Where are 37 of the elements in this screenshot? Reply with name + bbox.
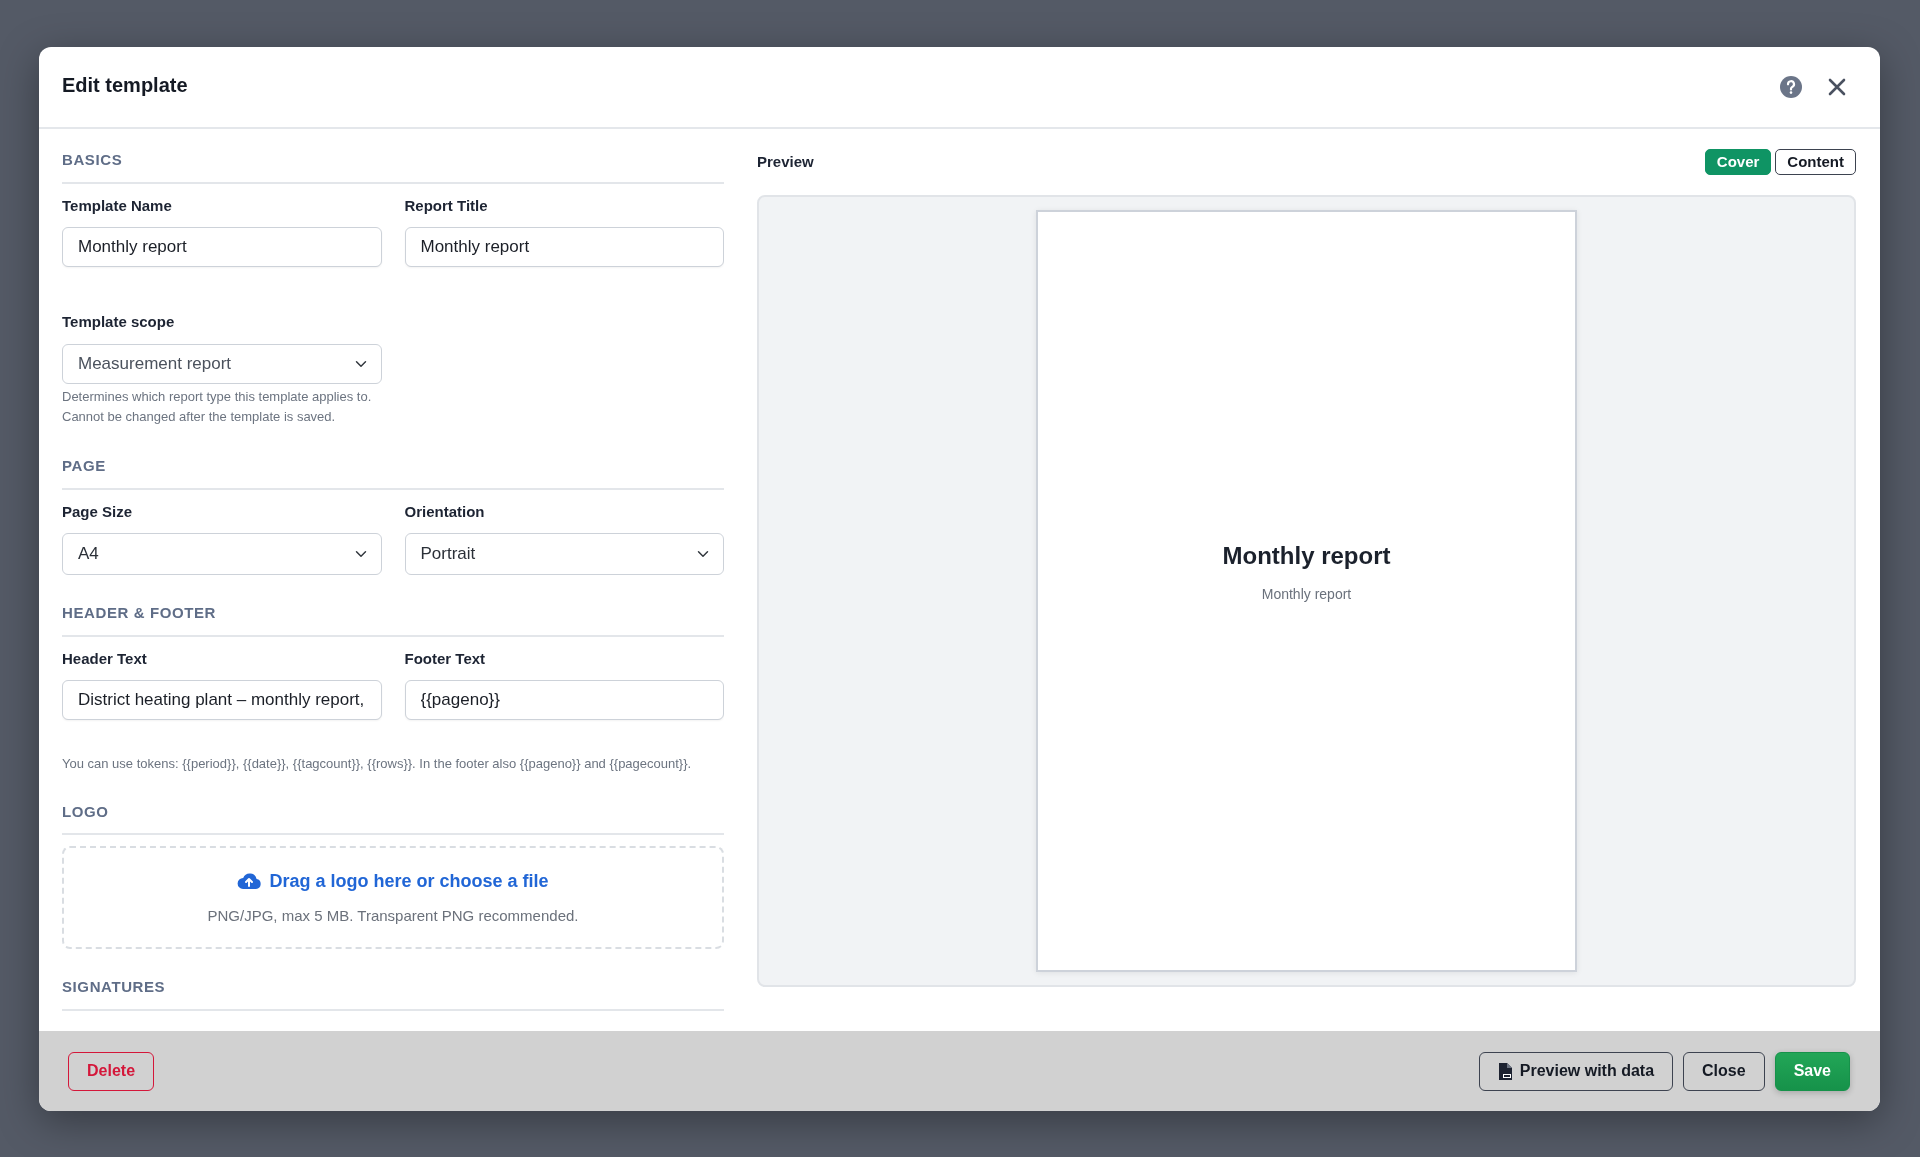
cover-title: Monthly report [1222, 540, 1391, 571]
dropdown[interactable]: Portrait [404, 533, 724, 576]
close-button[interactable]: Close [1683, 1051, 1765, 1091]
section-heading: PAGE [62, 455, 724, 490]
text-field[interactable]: Monthly report [404, 227, 724, 267]
text-field[interactable]: District heating plant – monthly report, [62, 680, 382, 721]
section-heading: BASICS [62, 149, 724, 184]
help-text: Determines which report type this template applies to. Cannot be changed after the template is saved. [62, 387, 373, 427]
field-label: Header Text [62, 648, 148, 669]
hint-text: PNG/JPG, max 5 MB. Transparent PNG recommended. [207, 905, 579, 926]
field-label: Template Name [62, 195, 173, 216]
cover-subtitle: Monthly report [1261, 584, 1352, 604]
field-label: Footer Text [404, 648, 487, 669]
preview-tab[interactable]: Cover [1704, 149, 1772, 175]
save-button[interactable]: Save [1774, 1051, 1850, 1091]
dropdown[interactable]: A4 [62, 533, 382, 576]
section-heading: LOGO [62, 800, 724, 836]
field-label: Report Title [404, 195, 489, 216]
preview-label: Preview [757, 151, 814, 172]
text-field[interactable]: Monthly report [62, 227, 382, 267]
field-label: Template scope [62, 312, 176, 332]
help-icon[interactable] [1779, 75, 1803, 99]
field-label: Orientation [404, 501, 486, 522]
section-heading: SIGNATURES [62, 976, 724, 1011]
pdf-file-icon [1497, 1062, 1512, 1080]
close-icon[interactable] [1827, 77, 1847, 97]
field-label: Page Size [62, 501, 134, 522]
preview-tab[interactable]: Content [1775, 149, 1856, 175]
upload-link[interactable]: Drag a logo here or choose a file [237, 867, 549, 895]
drop-zone[interactable]: Drag a logo here or choose a file PNG/JPG, max 5 MB. Transparent PNG recommended. [62, 846, 724, 950]
preview-button[interactable]: Preview with data [1478, 1051, 1674, 1091]
text-field[interactable]: {{pageno}} [404, 680, 724, 721]
cloud-upload-icon [237, 872, 262, 891]
dialog-title: Edit template [62, 73, 188, 97]
hint-text: You can use tokens: {{period}}, {{date}}, {{tagcount}}, {{rows}}. In the footer also {{pageno}} and {{pagecount}}. [62, 755, 693, 774]
dropdown[interactable]: Measurement report [62, 343, 382, 384]
section-heading: HEADER & FOOTER [62, 602, 724, 637]
